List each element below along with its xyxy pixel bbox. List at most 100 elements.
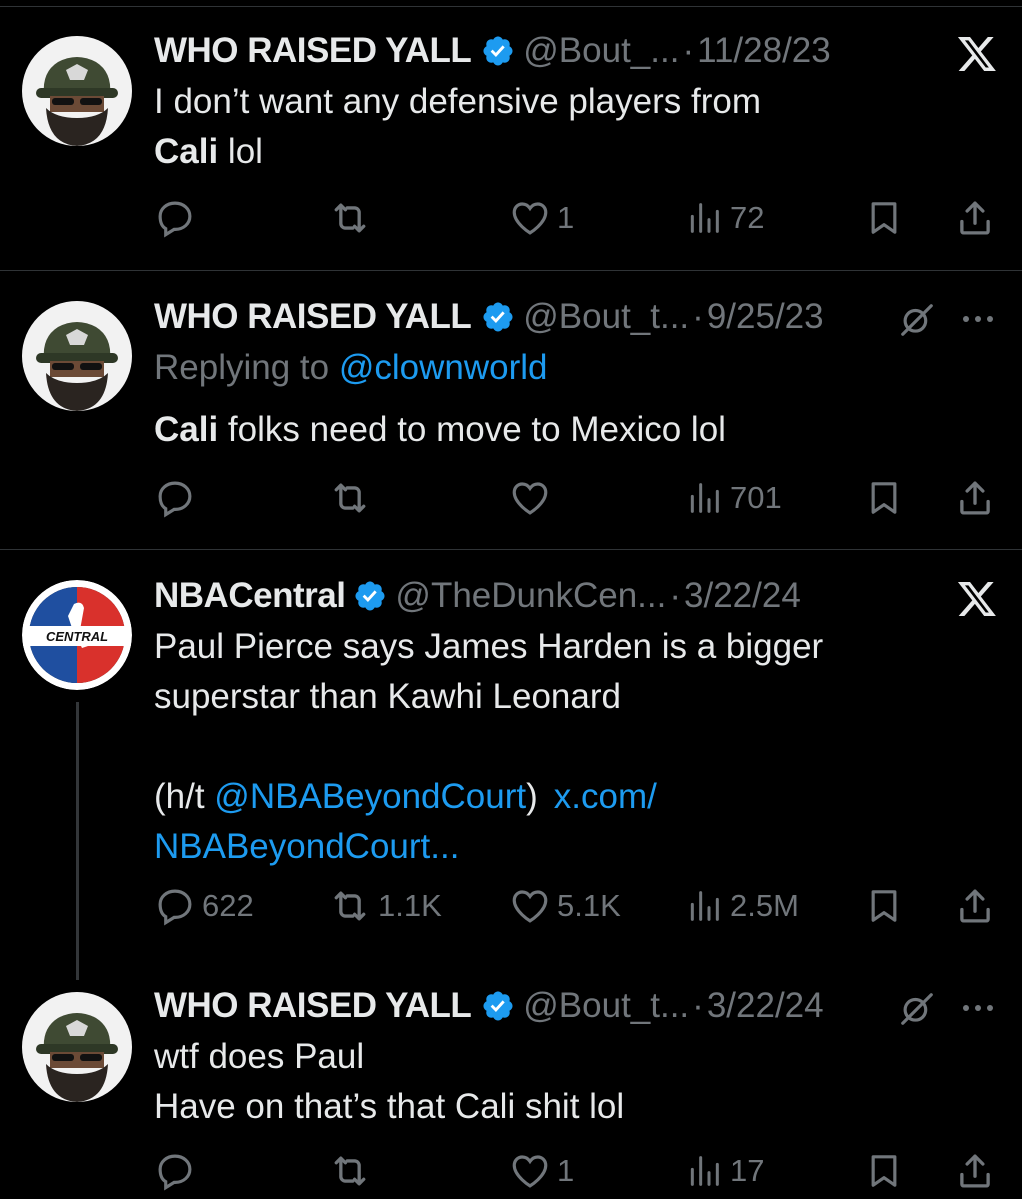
share-button[interactable] [954,468,996,528]
display-name[interactable]: WHO RAISED YALL [154,986,472,1026]
divider [0,549,1022,550]
tweet-date[interactable]: 11/28/23 [697,31,831,71]
tweet-actions: 701 [154,468,1004,528]
display-name[interactable]: WHO RAISED YALL [154,31,472,71]
retweet-button[interactable]: 1.1K [328,876,442,936]
reply-button[interactable] [154,468,202,528]
retweet-icon [328,476,372,520]
handle[interactable]: @Bout_t... [523,986,689,1026]
reply-icon [154,197,196,239]
highlight-term: Cali [154,410,219,449]
tweet-text-rest: lol [218,132,263,171]
more-icon-dot [963,316,969,322]
grok-icon[interactable] [898,990,936,1028]
share-button[interactable] [954,1141,996,1199]
bookmark-icon [864,1151,904,1191]
more-icon-dot [963,1005,969,1011]
like-button[interactable] [509,468,557,528]
bookmark-button[interactable] [864,468,904,528]
reply-button[interactable]: 622 [154,876,254,936]
more-options-button[interactable] [960,301,996,337]
tweet-date[interactable]: 9/25/23 [707,297,824,337]
replying-handle[interactable]: @clownworld [339,348,548,387]
retweet-icon [328,884,372,928]
views-icon [684,886,724,926]
retweet-button[interactable] [328,1141,378,1199]
tweet-actions: 1 72 [154,188,1004,248]
share-button[interactable] [954,876,996,936]
avatar[interactable] [22,301,132,411]
views-icon [684,198,724,238]
more-options-button[interactable] [960,990,996,1026]
replying-prefix: Replying to [154,348,339,387]
like-button[interactable]: 1 [509,1141,574,1199]
verified-icon [481,34,515,68]
view-count: 72 [730,200,765,235]
bookmark-button[interactable] [864,1141,904,1199]
grok-icon[interactable] [898,301,936,339]
view-count: 17 [730,1153,765,1188]
retweet-button[interactable] [328,468,378,528]
view-count: 2.5M [730,888,799,923]
handle[interactable]: @TheDunkCen... [395,576,666,616]
separator: · [669,576,682,615]
divider [0,270,1022,271]
reply-icon [154,885,196,927]
url-link[interactable]: x.com/ [554,777,657,816]
more-icon-dot [975,1005,981,1011]
tweet-text-line: I don’t want any defensive players from [154,82,761,121]
views-button[interactable]: 17 [684,1141,764,1199]
reply-count: 622 [202,888,254,923]
handle[interactable]: @Bout_... [523,31,679,71]
replying-to: Replying to @clownworld [154,343,1022,393]
tweet-text-line: wtf does Paul [154,1037,365,1076]
more-icon-dot [987,1005,993,1011]
view-count: 701 [730,480,782,515]
tweet-text: I don’t want any defensive players from … [154,77,1022,177]
reply-button[interactable] [154,188,202,248]
avatar[interactable]: CENTRAL [22,580,132,690]
tweet-date[interactable]: 3/22/24 [707,986,824,1026]
views-button[interactable]: 2.5M [684,876,799,936]
share-icon [954,885,996,927]
bookmark-button[interactable] [864,188,904,248]
tweet-text-rest: folks need to move to Mexico lol [218,410,726,449]
highlight-term: Cali [154,132,219,171]
tweet-actions: 1 17 [154,1141,1004,1199]
bookmark-button[interactable] [864,876,904,936]
like-button[interactable]: 5.1K [509,876,621,936]
tweet-header: NBACentral @TheDunkCen... · 3/22/24 [154,573,1022,619]
handle[interactable]: @Bout_t... [523,297,689,337]
retweet-button[interactable] [328,188,378,248]
avatar[interactable] [22,36,132,146]
verified-icon [481,989,515,1023]
views-button[interactable]: 701 [684,468,782,528]
tweet-date[interactable]: 3/22/24 [684,576,801,616]
views-button[interactable]: 72 [684,188,764,248]
like-count: 1 [557,1153,575,1188]
hat-tip-close: ) [526,777,538,816]
reply-icon [154,1150,196,1192]
like-button[interactable]: 1 [509,188,574,248]
tweet-text: Paul Pierce says James Harden is a bigge… [154,622,1022,872]
views-icon [684,478,724,518]
views-icon [684,1151,724,1191]
display-name[interactable]: NBACentral [154,576,346,616]
tweet-text-line: (h/t @NBABeyondCourt) x.com/ [154,772,1022,822]
reply-button[interactable] [154,1141,202,1199]
url-link[interactable]: NBABeyondCourt... [154,822,1022,872]
tweet-text: Cali folks need to move to Mexico lol [154,405,1022,455]
hat-tip-prefix: (h/t [154,777,215,816]
display-name[interactable]: WHO RAISED YALL [154,297,472,337]
verified-icon [353,579,387,613]
share-button[interactable] [954,188,996,248]
tweet-text-line: Cali lol [154,127,1022,177]
tweet-actions: 622 1.1K 5.1K 2.5M [154,876,1004,936]
separator: · [692,297,704,336]
retweet-count: 1.1K [378,888,442,923]
mention-link[interactable]: @NBABeyondCourt [214,777,526,816]
more-icon-dot [975,316,981,322]
share-icon [954,197,996,239]
avatar[interactable] [22,992,132,1102]
more-icon-dot [987,316,993,322]
